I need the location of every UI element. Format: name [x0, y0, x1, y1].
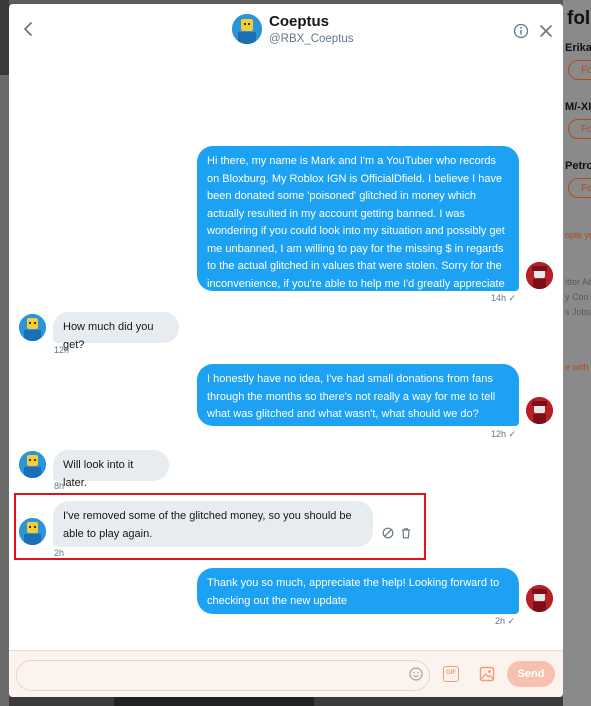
background-image — [114, 697, 314, 706]
avatar-noob-image — [19, 518, 46, 545]
message-timestamp: 8h — [54, 481, 65, 491]
conversation-name[interactable]: Coeptus — [269, 13, 329, 30]
message-input[interactable] — [16, 660, 430, 691]
avatar-red-image — [526, 397, 553, 424]
background-follow-button: Fol — [568, 60, 591, 80]
message-bubble-incoming[interactable]: How much did you get? — [53, 312, 179, 351]
message-timestamp: 12h — [54, 345, 70, 355]
avatar-noob-image — [232, 14, 262, 44]
message-bubble-outgoing[interactable]: I honestly have no idea, I've had small … — [197, 364, 519, 426]
avatar-noob-image — [19, 451, 46, 478]
background-follow-button: Fol — [568, 119, 591, 139]
background-text: e with — [565, 362, 589, 372]
background-text: y Coo — [565, 292, 589, 302]
background-text: itter Ab — [565, 277, 591, 287]
message-timestamp: 12h ✓ — [491, 429, 517, 439]
background-page-left — [0, 0, 9, 706]
background-user-name: Erika — [565, 42, 591, 54]
message-bubble-outgoing[interactable]: Hi there, my name is Mark and I'm a YouT… — [197, 146, 519, 307]
message-bubble-outgoing[interactable]: Thank you so much, appreciate the help! … — [197, 568, 519, 614]
conversation-header: Coeptus @RBX_Coeptus — [9, 4, 563, 62]
message-timestamp: 14h ✓ — [491, 293, 517, 303]
avatar[interactable] — [526, 397, 553, 424]
message-bubble-incoming[interactable]: I've removed some of the glitched money,… — [53, 501, 373, 547]
background-user-name: PetroD — [565, 160, 591, 172]
send-button[interactable]: Send — [507, 661, 555, 687]
background-page-right: follo Erika Fol M/-XII Fol PetroD Fol op… — [563, 0, 591, 706]
info-icon[interactable] — [513, 23, 529, 39]
avatar-red-image — [526, 585, 553, 612]
close-icon[interactable] — [539, 24, 553, 38]
back-arrow-icon[interactable] — [19, 19, 39, 39]
background-user-name: M/-XII — [565, 101, 591, 113]
avatar[interactable] — [526, 262, 553, 289]
background-follow-button: Fol — [568, 178, 591, 198]
background-page-bottom — [9, 697, 563, 706]
avatar[interactable] — [232, 14, 262, 44]
background-strip — [0, 0, 9, 75]
image-icon[interactable] — [479, 666, 495, 682]
background-text: s Jobs — [565, 307, 591, 317]
avatar-red-image — [526, 262, 553, 289]
trash-icon[interactable] — [400, 527, 412, 539]
avatar-noob-image — [19, 314, 46, 341]
avatar[interactable] — [19, 518, 46, 545]
message-timestamp: 2h — [54, 548, 65, 558]
dm-modal: Coeptus @RBX_Coeptus Hi there, my name i… — [9, 4, 563, 697]
message-bubble-incoming[interactable]: Will look into it later. — [53, 450, 169, 489]
emoji-icon[interactable] — [409, 667, 423, 681]
report-icon[interactable] — [382, 527, 394, 539]
avatar[interactable] — [19, 451, 46, 478]
avatar[interactable] — [526, 585, 553, 612]
background-title: follo — [567, 8, 591, 29]
avatar[interactable] — [19, 314, 46, 341]
background-text: ople yo — [565, 230, 591, 240]
gif-button[interactable]: GIF — [443, 666, 459, 682]
conversation-handle: @RBX_Coeptus — [269, 33, 354, 45]
message-timestamp: 2h ✓ — [495, 616, 516, 626]
